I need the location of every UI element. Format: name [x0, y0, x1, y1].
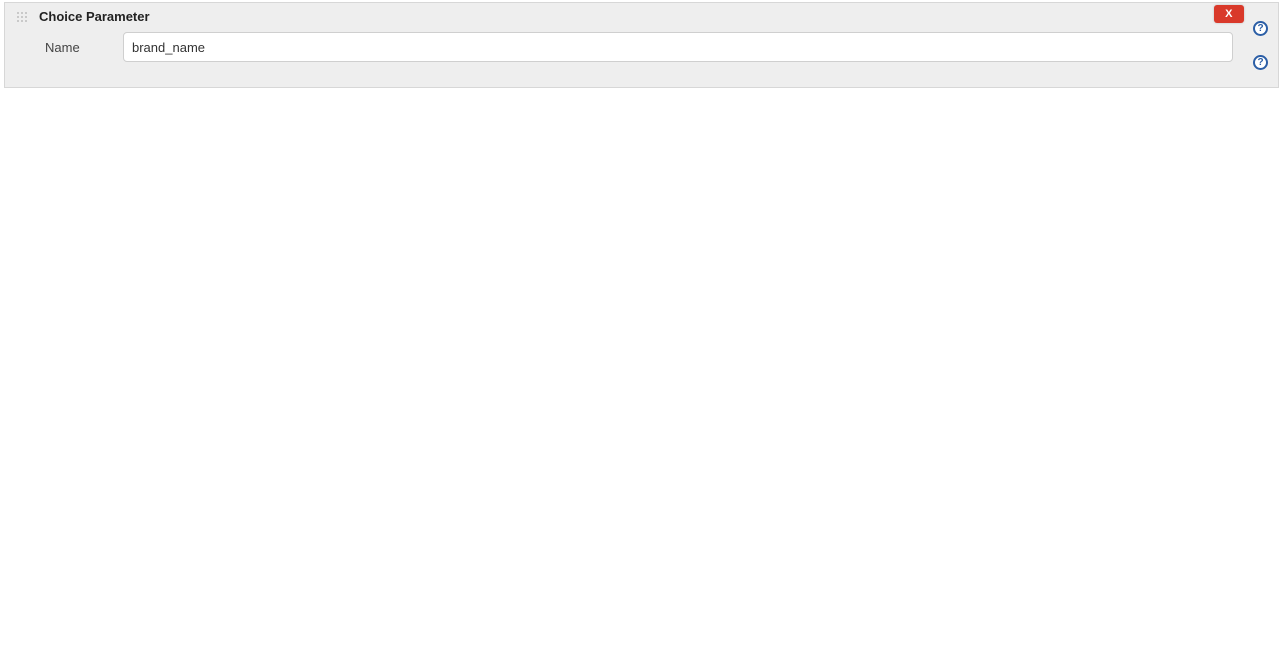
panel-title: Choice Parameter [39, 9, 150, 24]
help-icon[interactable]: ? [1253, 21, 1268, 36]
panel-header: Choice Parameter [5, 3, 1278, 28]
next-field-outline [129, 87, 1240, 88]
help-icon[interactable]: ? [1253, 55, 1268, 70]
name-row: Name [5, 28, 1278, 66]
delete-parameter-button[interactable]: X [1214, 5, 1244, 23]
name-input[interactable] [123, 32, 1233, 62]
name-label: Name [15, 40, 123, 55]
choice-parameter-panel: X Choice Parameter ? Name ? [4, 2, 1279, 88]
drag-handle-icon[interactable] [15, 10, 29, 24]
